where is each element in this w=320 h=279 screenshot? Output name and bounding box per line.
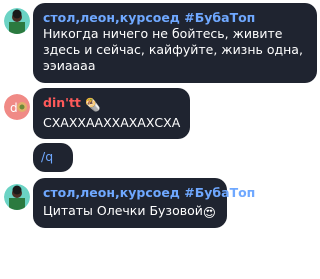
message-line: Никогда ничего не бойтесь, живите [43,26,283,41]
avatar[interactable] [4,184,30,210]
command-link[interactable]: /q [41,149,65,165]
message-bubble[interactable]: /q [33,143,73,172]
avatar[interactable]: d [4,94,30,120]
message-text: Никогда ничего не бойтесь, живите здесь … [43,26,307,74]
sender-name-text: din'tt [43,95,81,110]
svg-text:d: d [10,101,18,115]
avatar-image [4,8,30,34]
message-bubble[interactable]: стол,леон,курсоед #БубаТоп Никогда ничег… [33,3,317,83]
avatar[interactable] [4,8,30,34]
sender-name[interactable]: стол,леон,курсоед #БубаТоп [43,9,307,26]
message-text-content: Цитаты Олечки Бузовой [43,203,203,218]
sender-name[interactable]: din'tt 🌯 [43,94,180,113]
avatar-image: d [4,94,30,120]
message-line: здесь и сейчас, кайфуйте, жизнь одна, [43,42,303,57]
message-bubble[interactable]: din'tt 🌯 СХАХХААХХАХАХСХА [33,88,190,139]
heart-eyes-emoji-icon: 😍 [202,205,216,220]
avatar-image [4,184,30,210]
message-text: Цитаты Олечки Бузовой😍 [43,203,217,221]
message-text: СХАХХААХХАХАХСХА [43,115,181,130]
message-line: ээиаааа [43,58,96,73]
burrito-emoji-icon: 🌯 [85,97,101,112]
sender-name[interactable]: стол,леон,курсоед #БубаТоп [43,184,255,201]
message-bubble[interactable]: стол,леон,курсоед #БубаТоп Цитаты Олечки… [33,178,255,228]
